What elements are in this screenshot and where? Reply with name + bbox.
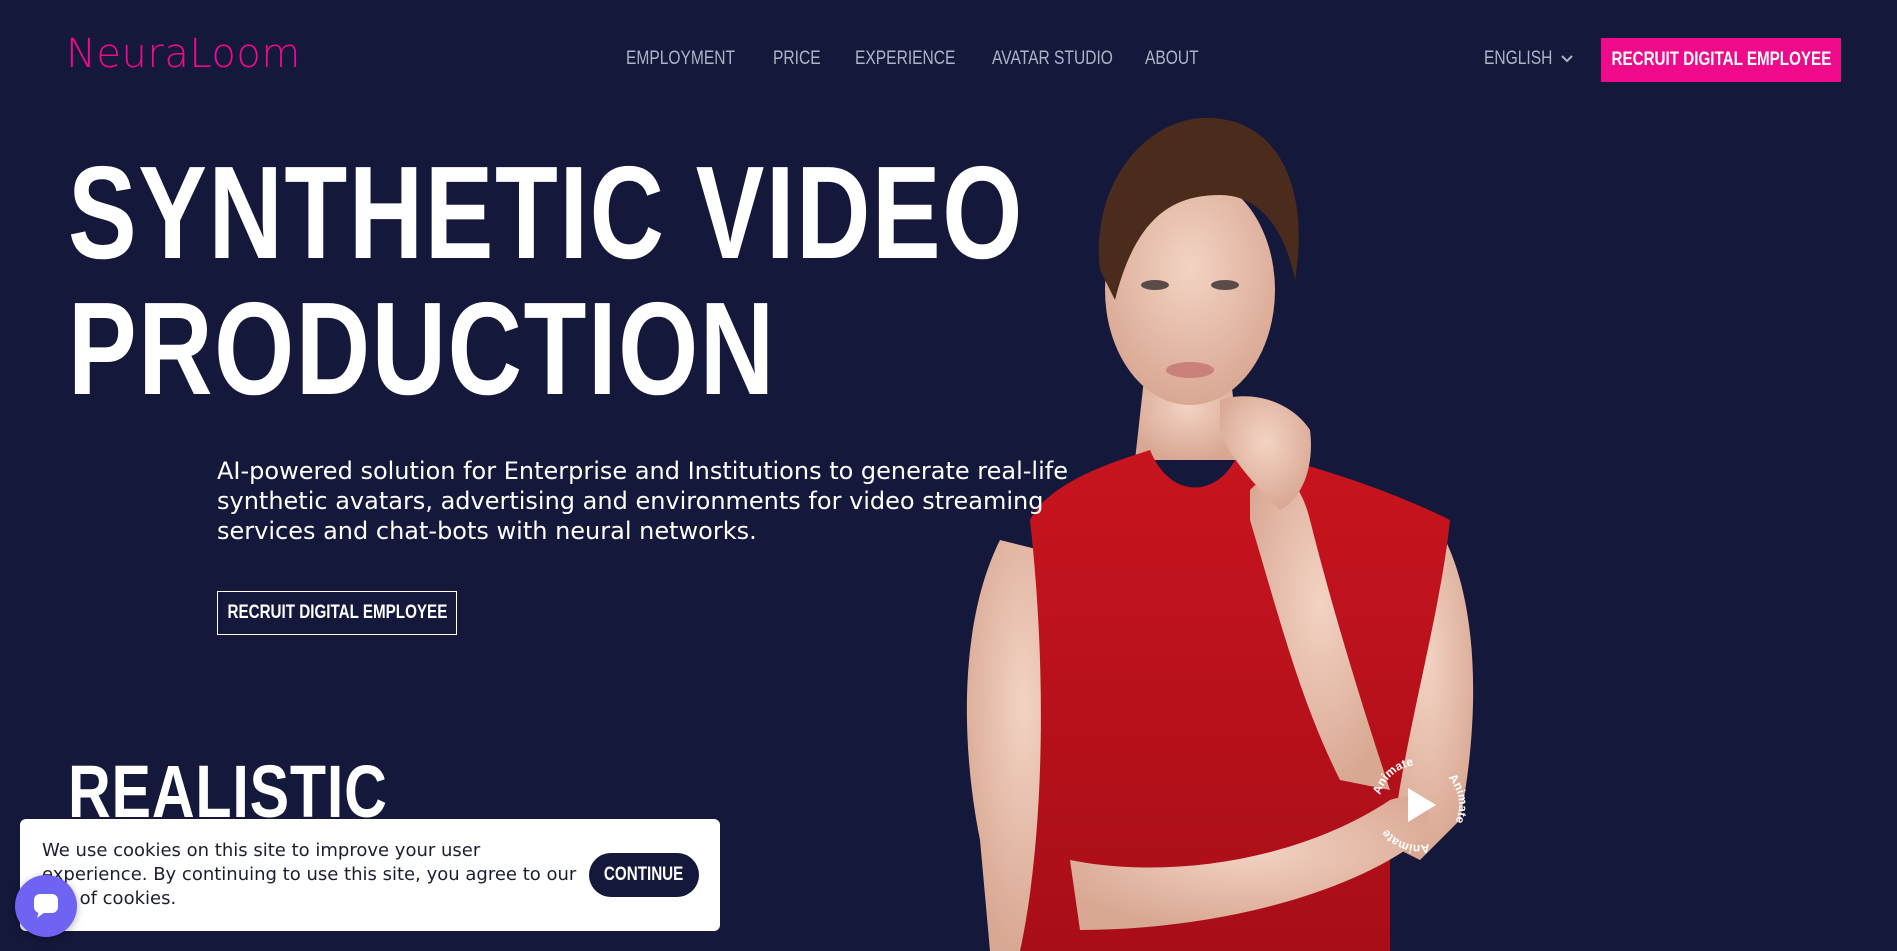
chat-widget-button[interactable] — [15, 875, 77, 937]
cookie-continue-label: CONTINUE — [604, 864, 684, 885]
nav-item-employment[interactable]: EMPLOYMENT — [626, 48, 735, 70]
animate-label-2: Animate — [1446, 771, 1470, 826]
nav-item-avatar-studio[interactable]: AVATAR STUDIO — [992, 48, 1113, 70]
nav-item-about[interactable]: ABOUT — [1145, 48, 1199, 70]
language-label: ENGLISH — [1484, 48, 1553, 69]
main-nav: EMPLOYMENT PRICE EXPERIENCE AVATAR STUDI… — [626, 48, 1210, 70]
chat-icon — [34, 894, 58, 918]
recruit-employee-hero-label: RECRUIT DIGITAL EMPLOYEE — [227, 602, 447, 623]
recruit-employee-header-label: RECRUIT DIGITAL EMPLOYEE — [1611, 49, 1831, 70]
play-icon — [1408, 788, 1436, 822]
cookie-continue-button[interactable]: CONTINUE — [589, 853, 699, 897]
animate-label-3: Animate — [1378, 827, 1430, 857]
chevron-down-icon — [1561, 55, 1574, 63]
animate-play-badge[interactable]: Animate Animate Animate — [1364, 750, 1474, 860]
animate-label: Animate — [1370, 754, 1415, 796]
hero-title-line1: SYNTHETIC VIDEO — [68, 139, 1024, 286]
hero-description: AI-powered solution for Enterprise and I… — [217, 457, 1068, 545]
nav-item-price[interactable]: PRICE — [773, 48, 821, 70]
hero-title: SYNTHETIC VIDEO PRODUCTION — [68, 145, 1024, 417]
language-selector[interactable]: ENGLISH — [1484, 48, 1574, 70]
hero-title-line2: PRODUCTION — [68, 275, 776, 422]
cookie-text: We use cookies on this site to improve y… — [42, 840, 577, 909]
cookie-banner: We use cookies on this site to improve y… — [20, 819, 720, 931]
recruit-employee-hero-button[interactable]: RECRUIT DIGITAL EMPLOYEE — [217, 591, 457, 635]
nav-item-experience[interactable]: EXPERIENCE — [855, 48, 955, 70]
brand-logo[interactable]: NeuraLoom — [66, 34, 301, 74]
recruit-employee-header-button[interactable]: RECRUIT DIGITAL EMPLOYEE — [1601, 38, 1841, 82]
landing-page: NeuraLoom EMPLOYMENT PRICE EXPERIENCE AV… — [0, 0, 1897, 951]
